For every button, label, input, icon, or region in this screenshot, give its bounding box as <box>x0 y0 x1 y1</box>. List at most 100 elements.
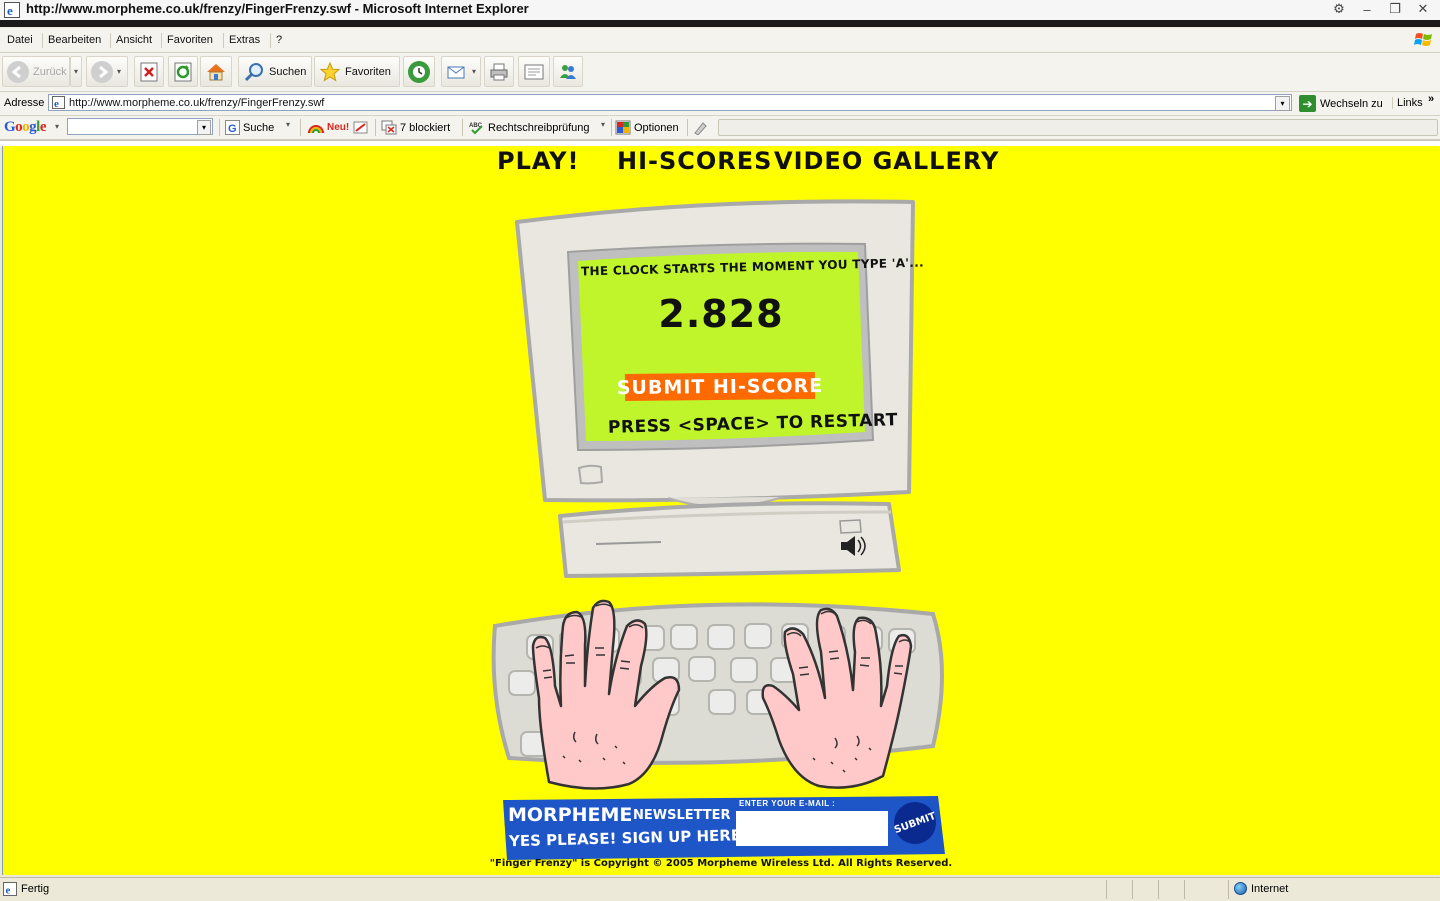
page-status-icon: e <box>3 882 17 896</box>
menu-bar: Datei Bearbeiten Ansicht Favoriten Extra… <box>0 28 1440 53</box>
refresh-button[interactable] <box>168 56 198 87</box>
stop-button[interactable] <box>134 56 164 87</box>
google-search-button[interactable]: G Suche <box>225 120 274 135</box>
edit-page-icon <box>523 61 545 83</box>
highlighter-button[interactable] <box>692 120 708 135</box>
address-label: Adresse <box>4 97 45 109</box>
power-button <box>577 464 604 485</box>
popup-blocker-button[interactable]: 7 blockiert <box>381 120 450 135</box>
svg-text:e: e <box>7 3 13 18</box>
blocked-label: 7 blockiert <box>400 121 451 134</box>
address-dropdown[interactable]: ▾ <box>1275 96 1290 111</box>
mail-button[interactable]: ▾ <box>441 56 481 87</box>
game-illustration <box>491 199 945 860</box>
menu-file[interactable]: Datei <box>2 33 38 48</box>
back-label: Zurück <box>33 65 67 78</box>
menu-help[interactable]: ? <box>270 33 287 48</box>
highlighter-icon <box>694 122 707 135</box>
menu-edit[interactable]: Bearbeiten <box>42 33 106 48</box>
go-label: Wechseln zu <box>1320 97 1383 110</box>
status-text: Fertig <box>21 883 50 895</box>
elapsed-time: 2.828 <box>658 292 784 336</box>
stop-icon <box>138 61 160 83</box>
minimize-button[interactable]: – <box>1356 0 1378 18</box>
submit-hi-score-button[interactable]: SUBMIT HI-SCORE <box>617 372 823 401</box>
separator <box>687 119 688 136</box>
google-search-dropdown[interactable]: ▾ <box>197 120 211 135</box>
window-border <box>0 20 1440 27</box>
status-separator <box>1132 880 1133 899</box>
separator <box>375 119 376 136</box>
address-input[interactable]: e http://www.morpheme.co.uk/frenzy/Finge… <box>48 94 1292 111</box>
restore-button[interactable]: ❐ <box>1384 0 1406 18</box>
google-g-icon: G <box>225 120 240 135</box>
toolbar-grip <box>718 119 1438 136</box>
address-bar: Adresse e http://www.morpheme.co.uk/fren… <box>0 92 1440 116</box>
favorites-label: Favoriten <box>345 65 391 78</box>
title-bar: e http://www.morpheme.co.uk/frenzy/Finge… <box>0 0 1440 21</box>
edit-button[interactable] <box>518 56 550 87</box>
settings-icon[interactable]: ⚙ <box>1328 0 1350 18</box>
messenger-icon <box>557 61 579 83</box>
newsletter-tagline: YES PLEASE! SIGN UP HERE... <box>508 825 759 851</box>
spellcheck-dropdown[interactable]: ▾ <box>601 120 605 129</box>
email-label: ENTER YOUR E-MAIL : <box>739 799 836 808</box>
google-search-dropdown-button[interactable]: ▾ <box>286 120 290 129</box>
nav-video-gallery[interactable]: VIDEO GALLERY <box>774 147 999 175</box>
forward-arrow-icon <box>91 60 113 83</box>
svg-text:e: e <box>6 885 11 897</box>
spellcheck-button[interactable]: ABC Rechtschreibprüfung <box>469 120 590 135</box>
nav-play[interactable]: PLAY! <box>497 147 579 175</box>
copyright-text: "Finger Frenzy" is Copyright © 2005 Morp… <box>489 858 953 869</box>
favorites-button[interactable]: Favoriten <box>314 56 400 87</box>
options-button[interactable]: Optionen <box>615 120 679 135</box>
printer-icon <box>488 61 510 83</box>
google-logo[interactable]: Google <box>4 119 47 136</box>
back-dropdown[interactable]: ▾ <box>70 56 82 87</box>
close-button[interactable]: ✕ <box>1412 0 1434 18</box>
popup-blocker-icon <box>381 120 397 135</box>
links-button[interactable]: Links <box>1392 97 1423 109</box>
messenger-button[interactable] <box>553 56 583 87</box>
status-separator <box>1228 880 1229 899</box>
security-zone[interactable]: Internet <box>1234 882 1288 895</box>
google-search-input[interactable]: ▾ <box>67 118 213 135</box>
google-menu-dropdown[interactable]: ▾ <box>55 122 59 131</box>
refresh-icon <box>172 61 194 83</box>
page-icon: e <box>52 96 65 109</box>
search-icon <box>243 61 265 83</box>
new-label: Neu! <box>327 121 350 133</box>
standard-toolbar: Zurück ▾ ▾ Suchen Favoriten ▾ <box>0 53 1440 92</box>
home-button[interactable] <box>200 56 232 87</box>
go-button[interactable]: ➔ Wechseln zu <box>1299 94 1383 113</box>
separator <box>611 119 612 136</box>
history-icon <box>408 60 430 83</box>
search-button[interactable]: Suchen <box>238 56 312 87</box>
back-arrow-icon <box>7 60 29 83</box>
menu-favorites[interactable]: Favoriten <box>161 33 218 48</box>
print-button[interactable] <box>484 56 514 87</box>
zone-label: Internet <box>1251 882 1289 895</box>
back-button[interactable]: Zurück <box>2 56 70 87</box>
go-arrow-icon: ➔ <box>1299 95 1316 112</box>
forward-button[interactable]: ▾ <box>86 56 128 87</box>
menu-tools[interactable]: Extras <box>223 33 265 48</box>
search-label: Suchen <box>269 65 307 78</box>
newsletter-title: NEWSLETTER <box>633 808 731 823</box>
email-input[interactable] <box>736 811 888 846</box>
newsletter-signup: MORPHEME NEWSLETTER YES PLEASE! SIGN UP … <box>500 796 944 858</box>
status-bar: e Fertig Internet <box>0 877 1440 901</box>
pagerank-button[interactable] <box>353 120 369 135</box>
spellcheck-label: Rechtschreibprüfung <box>488 121 590 134</box>
menu-view[interactable]: Ansicht <box>110 33 157 48</box>
nav-hi-scores[interactable]: HI-SCORES <box>617 147 772 175</box>
links-more-button[interactable]: » <box>1428 93 1434 105</box>
history-button[interactable] <box>403 56 435 87</box>
status-separator <box>1158 880 1159 899</box>
svg-text:e: e <box>54 98 59 109</box>
newsletter-submit-button[interactable]: SUBMIT <box>888 796 942 850</box>
page-content: PLAY! HI-SCORES VIDEO GALLERY THE CLOCK … <box>2 146 1439 875</box>
rainbow-icon <box>308 125 324 134</box>
ie-icon: e <box>4 2 20 18</box>
new-button[interactable]: Neu! <box>308 120 349 134</box>
